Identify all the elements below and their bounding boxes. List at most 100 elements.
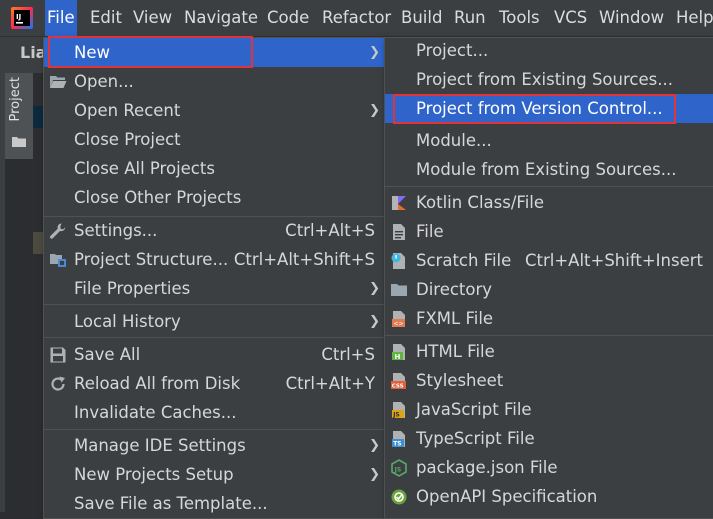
menu-item-label: Close Project: [74, 130, 181, 149]
folder-open-icon: [50, 76, 67, 88]
menu-item-label: New Projects Setup: [74, 465, 234, 484]
menu-vcs[interactable]: VCS: [552, 0, 589, 36]
file-menu-item-invalidate-caches[interactable]: Invalidate Caches...: [44, 398, 386, 427]
menu-item-label: File: [416, 222, 444, 241]
menu-separator: [44, 429, 386, 430]
submenu-arrow-icon: ❯: [369, 45, 380, 60]
file-menu-item-settings[interactable]: Settings... Ctrl+Alt+S: [44, 216, 386, 245]
css-icon: CSS: [391, 373, 406, 390]
menu-file[interactable]: File: [45, 0, 77, 36]
menu-help[interactable]: Help: [674, 0, 713, 36]
menu-view[interactable]: View: [131, 0, 174, 36]
menu-item-label: Open Recent: [74, 101, 181, 120]
file-menu-item-close-other-projects[interactable]: Close Other Projects: [44, 183, 386, 212]
svg-text:JS: JS: [392, 412, 400, 419]
menu-item-label: Project...: [416, 41, 489, 60]
file-menu-item-close-project[interactable]: Close Project: [44, 125, 386, 154]
menu-item-label: File Properties: [74, 279, 191, 298]
file-menu-item-new-projects-setup[interactable]: New Projects Setup ❯: [44, 460, 386, 489]
svg-text:<>: <>: [394, 321, 404, 328]
nodejs-icon: JS: [391, 459, 407, 477]
file-menu-item-save-all[interactable]: Save All Ctrl+S: [44, 340, 386, 369]
menu-navigate[interactable]: Navigate: [182, 0, 260, 36]
menu-item-label: TypeScript File: [416, 429, 535, 448]
highlight-box-project-from-version-control: [393, 94, 676, 124]
svg-text:IJ: IJ: [16, 13, 21, 21]
menu-separator: [385, 186, 713, 187]
new-menu-item-file[interactable]: File: [385, 217, 713, 246]
svg-text:H: H: [395, 353, 401, 361]
file-menu-item-file-properties[interactable]: File Properties ❯: [44, 274, 386, 303]
menu-window[interactable]: Window: [597, 0, 666, 36]
menu-item-label: Invalidate Caches...: [74, 403, 237, 422]
menu-item-label: Stylesheet: [416, 371, 504, 390]
menu-item-label: Scratch File: [416, 251, 512, 270]
menu-code[interactable]: Code: [265, 0, 311, 36]
main-menu-bar: IJ File Edit View Navigate Code Refactor…: [0, 0, 713, 37]
file-menu-item-project-structure[interactable]: Project Structure... Ctrl+Alt+Shift+S: [44, 245, 386, 274]
new-menu-item-javascript-file[interactable]: JS JavaScript File: [385, 395, 713, 424]
new-menu-item-html-file[interactable]: H HTML File: [385, 337, 713, 366]
svg-text:CSS: CSS: [392, 384, 404, 390]
menu-item-label: Project from Existing Sources...: [416, 70, 673, 89]
new-menu-item-scratch-file[interactable]: Scratch File Ctrl+Alt+Shift+Insert: [385, 246, 713, 275]
svg-text:JS: JS: [394, 467, 402, 474]
file-icon: [393, 224, 405, 240]
new-menu-item-kotlin-class-file[interactable]: Kotlin Class/File: [385, 188, 713, 217]
file-menu-item-open-recent[interactable]: Open Recent ❯: [44, 96, 386, 125]
file-menu-item-open[interactable]: Open...: [44, 67, 386, 96]
menu-item-label: Save All: [74, 345, 141, 364]
project-tool-window-button[interactable]: Project: [5, 73, 33, 159]
project-structure-icon: [50, 254, 66, 267]
menu-item-label: Settings...: [74, 221, 158, 240]
menu-item-label: Local History: [74, 312, 181, 331]
menu-item-shortcut: Ctrl+Alt+Shift+S: [233, 250, 375, 269]
intellij-logo-icon[interactable]: IJ: [11, 7, 33, 29]
new-menu-item-module[interactable]: Module...: [385, 126, 713, 155]
new-menu-item-module-from-existing-sources[interactable]: Module from Existing Sources...: [385, 155, 713, 184]
file-menu-item-reload-all[interactable]: Reload All from Disk Ctrl+Alt+Y: [44, 369, 386, 398]
menu-item-label: Close Other Projects: [74, 188, 242, 207]
menu-item-label: Open...: [74, 72, 134, 91]
reload-icon: [51, 376, 65, 391]
menu-item-label: Close All Projects: [74, 159, 215, 178]
file-menu-item-close-all-projects[interactable]: Close All Projects: [44, 154, 386, 183]
new-menu-item-project[interactable]: Project...: [385, 36, 713, 65]
submenu-arrow-icon: ❯: [369, 103, 380, 118]
menu-item-label: package.json File: [416, 458, 558, 477]
file-menu-item-save-file-as-template[interactable]: Save File as Template...: [44, 489, 386, 518]
javascript-icon: JS: [392, 402, 405, 419]
menu-edit[interactable]: Edit: [88, 0, 124, 36]
menu-item-shortcut: Ctrl+S: [321, 345, 375, 364]
menu-item-shortcut: Ctrl+Alt+Shift+Insert: [524, 251, 703, 270]
file-menu-popup: New ❯ Open... Open Recent ❯ Close Projec…: [43, 37, 387, 519]
new-menu-item-fxml-file[interactable]: <> FXML File: [385, 304, 713, 333]
menu-item-shortcut: Ctrl+Alt+Y: [285, 374, 375, 393]
menu-item-label: Manage IDE Settings: [74, 436, 246, 455]
menu-item-label: Module...: [416, 131, 492, 150]
project-tool-label: Project: [8, 77, 23, 122]
directory-icon: [391, 284, 407, 296]
file-menu-item-manage-ide-settings[interactable]: Manage IDE Settings ❯: [44, 431, 386, 460]
menu-refactor[interactable]: Refactor: [320, 0, 393, 36]
file-menu-item-local-history[interactable]: Local History ❯: [44, 307, 386, 336]
new-menu-item-stylesheet[interactable]: CSS Stylesheet: [385, 366, 713, 395]
kotlin-icon: [392, 196, 406, 210]
new-menu-item-openapi-specification[interactable]: OpenAPI Specification: [385, 482, 713, 511]
menu-tools[interactable]: Tools: [497, 0, 542, 36]
submenu-arrow-icon: ❯: [369, 281, 380, 296]
menu-build[interactable]: Build: [399, 0, 444, 36]
new-menu-item-directory[interactable]: Directory: [385, 275, 713, 304]
menu-run[interactable]: Run: [452, 0, 488, 36]
fxml-icon: <>: [392, 311, 405, 328]
menu-separator: [44, 337, 386, 338]
menu-item-label: HTML File: [416, 342, 495, 361]
folder-icon: [12, 137, 26, 147]
menu-item-label: FXML File: [416, 309, 494, 328]
new-menu-item-project-from-existing-sources[interactable]: Project from Existing Sources...: [385, 65, 713, 94]
typescript-icon: TS: [392, 431, 405, 448]
new-menu-item-typescript-file[interactable]: TS TypeScript File: [385, 424, 713, 453]
new-menu-item-package-json-file[interactable]: JS package.json File: [385, 453, 713, 482]
menu-item-label: Kotlin Class/File: [416, 193, 545, 212]
menu-item-label: Reload All from Disk: [74, 374, 241, 393]
